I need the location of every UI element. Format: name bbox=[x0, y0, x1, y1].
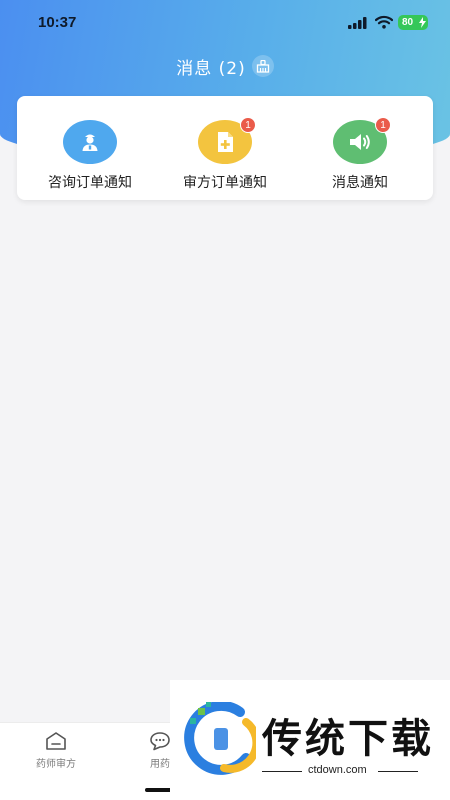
ctdown-logo-icon bbox=[184, 702, 256, 775]
watermark-title: 传统下载 bbox=[262, 716, 434, 762]
unread-badge: 1 bbox=[375, 117, 391, 133]
status-time: 10:37 bbox=[38, 14, 77, 31]
category-label: 咨询订单通知 bbox=[48, 175, 132, 191]
doctor-icon bbox=[63, 120, 117, 164]
wifi-icon bbox=[375, 15, 393, 29]
tab-label: 药师审方 bbox=[36, 759, 76, 770]
speaker-icon: 1 bbox=[333, 117, 391, 164]
battery-level: 80 bbox=[402, 17, 414, 28]
cellular-signal-icon bbox=[348, 17, 367, 29]
tab-label: 用药 bbox=[150, 759, 170, 770]
watermark-url: ctdown.com bbox=[308, 764, 367, 776]
unread-badge: 1 bbox=[240, 117, 256, 133]
watermark-divider bbox=[378, 771, 418, 772]
watermark-overlay: 传统下载 ctdown.com bbox=[170, 680, 450, 800]
message-category-card: 咨询订单通知 1 审方订单通知 1 消息通知 bbox=[17, 96, 433, 200]
category-label: 审方订单通知 bbox=[183, 175, 267, 191]
category-consult-orders[interactable]: 咨询订单通知 bbox=[25, 96, 155, 200]
broom-icon[interactable] bbox=[251, 55, 274, 77]
category-review-orders[interactable]: 1 审方订单通知 bbox=[160, 96, 290, 200]
category-label: 消息通知 bbox=[332, 175, 388, 191]
category-notifications[interactable]: 1 消息通知 bbox=[295, 96, 425, 200]
status-bar: 10:37 80 bbox=[0, 0, 450, 46]
tab-pharmacist-review[interactable]: 药师审方 bbox=[16, 731, 96, 770]
watermark-divider bbox=[262, 771, 302, 772]
battery-indicator: 80 bbox=[398, 15, 428, 30]
title-row: 消息 (2) bbox=[0, 52, 450, 80]
chat-icon bbox=[150, 732, 170, 751]
charging-bolt-icon bbox=[419, 17, 426, 28]
page-title: 消息 (2) bbox=[176, 58, 246, 79]
review-icon bbox=[46, 732, 66, 750]
add-file-icon: 1 bbox=[198, 117, 256, 164]
